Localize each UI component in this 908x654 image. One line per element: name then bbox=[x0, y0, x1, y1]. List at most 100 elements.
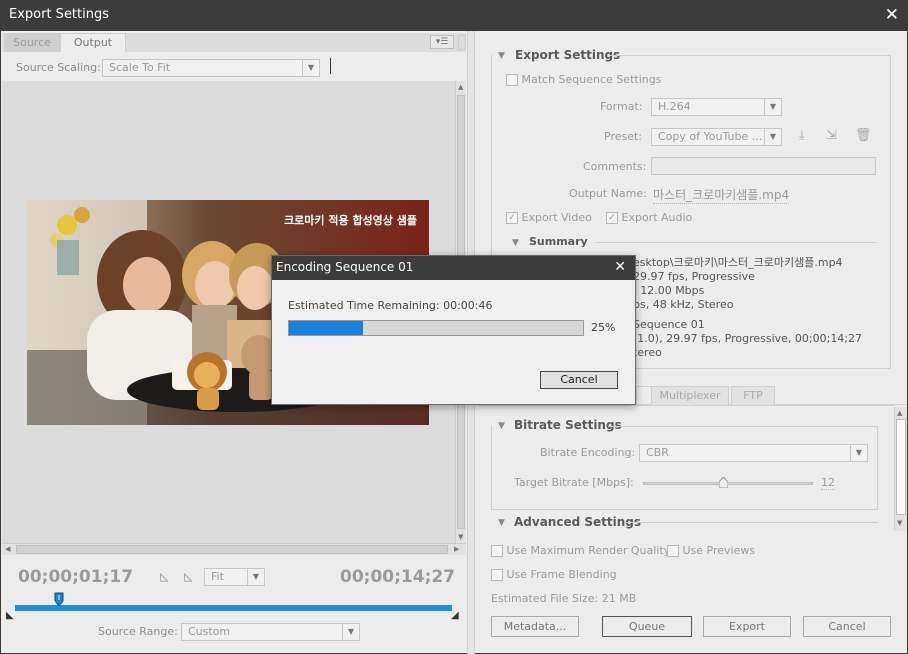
text-cursor bbox=[330, 58, 331, 74]
set-out-point-icon[interactable]: ◺ bbox=[184, 570, 192, 583]
metadata-button[interactable]: Metadata... bbox=[491, 616, 579, 637]
max-render-checkbox[interactable]: Use Maximum Render Quality bbox=[491, 544, 670, 557]
fit-dropdown[interactable]: Fit ▼ bbox=[204, 568, 265, 586]
tab-source[interactable]: Source bbox=[4, 33, 60, 52]
preset-value: Copy of YouTube ... bbox=[658, 130, 763, 143]
format-dropdown[interactable]: H.264 ▼ bbox=[651, 98, 782, 116]
chevron-down-icon: ▼ bbox=[342, 624, 359, 640]
save-preset-icon[interactable]: ⤓ bbox=[799, 128, 805, 143]
chevron-down-icon: ▼ bbox=[247, 569, 264, 585]
export-video-checkbox[interactable]: ✓ Export Video bbox=[506, 211, 592, 224]
scroll-thumb[interactable] bbox=[896, 419, 906, 515]
chevron-down-icon: ▼ bbox=[764, 99, 781, 115]
summary-output: esktop\크로마키\마스터_크로마키샘플.mp4 29.97 fps, Pr… bbox=[633, 256, 843, 312]
window-titlebar: Export Settings ✕ bbox=[0, 0, 908, 31]
tab-scroll-handle[interactable] bbox=[458, 35, 466, 50]
timeline-bar[interactable] bbox=[15, 605, 452, 611]
max-render-label: Use Maximum Render Quality bbox=[506, 544, 671, 557]
settings-scrollbar[interactable]: ▲ ▼ bbox=[894, 407, 907, 531]
set-in-point-icon[interactable]: ◺ bbox=[160, 570, 168, 583]
summary-line: : 12.00 Mbps bbox=[633, 284, 705, 297]
collapse-summary-icon[interactable]: ▼ bbox=[512, 238, 519, 248]
export-audio-label: Export Audio bbox=[621, 211, 693, 224]
slider-handle[interactable] bbox=[718, 476, 729, 489]
source-scaling-value: Scale To Fit bbox=[109, 61, 171, 74]
progress-percent: 25% bbox=[591, 321, 616, 334]
collapse-advanced-icon[interactable]: ▼ bbox=[498, 518, 505, 528]
chevron-down-icon: ▼ bbox=[764, 129, 781, 145]
target-bitrate-slider[interactable] bbox=[643, 482, 813, 485]
output-name-label: Output Name: bbox=[569, 187, 647, 200]
source-range-label: Source Range: bbox=[98, 625, 178, 638]
checkbox[interactable] bbox=[491, 545, 503, 557]
source-range-value: Custom bbox=[188, 625, 231, 638]
tab-multiplexer[interactable]: Multiplexer bbox=[651, 386, 729, 405]
checkbox[interactable] bbox=[506, 74, 518, 86]
duration-timecode: 00;00;14;27 bbox=[340, 567, 456, 587]
current-timecode[interactable]: 00;00;01;17 bbox=[18, 567, 133, 587]
cancel-button[interactable]: Cancel bbox=[803, 616, 891, 637]
export-video-label: Export Video bbox=[521, 211, 592, 224]
close-icon[interactable]: ✕ bbox=[885, 5, 899, 25]
bitrate-encoding-value: CBR bbox=[646, 446, 669, 459]
export-button[interactable]: Export bbox=[703, 616, 791, 637]
checkmark-icon[interactable]: ✓ bbox=[506, 212, 518, 224]
source-scaling-dropdown[interactable]: Scale To Fit ▼ bbox=[102, 59, 320, 77]
target-bitrate-value[interactable]: 12 bbox=[821, 476, 835, 490]
divider bbox=[596, 242, 876, 243]
summary-line: 29.97 fps, Progressive bbox=[633, 270, 755, 283]
advanced-settings-title: Advanced Settings bbox=[514, 515, 642, 529]
delete-preset-icon[interactable]: 🗑 bbox=[855, 128, 872, 143]
fit-value: Fit bbox=[211, 570, 224, 583]
summary-line: Sequence 01 bbox=[633, 318, 705, 331]
window-title: Export Settings bbox=[9, 7, 110, 22]
progress-bar bbox=[288, 320, 584, 336]
source-range-dropdown[interactable]: Custom ▼ bbox=[181, 623, 360, 641]
summary-line: ps, 48 kHz, Stereo bbox=[633, 298, 734, 311]
tab-output[interactable]: Output bbox=[60, 33, 126, 52]
preview-horizontal-scrollbar[interactable]: ◀ ▶ bbox=[2, 543, 466, 555]
encoding-dialog: Encoding Sequence 01 ✕ Estimated Time Re… bbox=[271, 255, 636, 405]
tab-ftp[interactable]: FTP bbox=[731, 386, 775, 405]
output-name-link[interactable]: 마스터_크로마키샘플.mp4 bbox=[653, 186, 790, 204]
checkbox[interactable] bbox=[667, 545, 679, 557]
preset-dropdown[interactable]: Copy of YouTube ... ▼ bbox=[651, 128, 782, 146]
format-label: Format: bbox=[600, 100, 643, 113]
checkmark-icon[interactable]: ✓ bbox=[606, 212, 618, 224]
close-icon[interactable]: ✕ bbox=[614, 259, 626, 275]
chevron-down-icon: ▼ bbox=[850, 445, 867, 461]
comments-input[interactable] bbox=[651, 157, 876, 175]
in-point-marker-icon[interactable]: ◣ bbox=[6, 610, 14, 621]
scroll-up-icon[interactable]: ▲ bbox=[458, 83, 463, 91]
scroll-right-icon[interactable]: ▶ bbox=[454, 545, 459, 553]
scroll-down-icon[interactable]: ▼ bbox=[897, 519, 902, 527]
frame-blending-checkbox[interactable]: Use Frame Blending bbox=[491, 568, 617, 581]
summary-line: (1.0), 29.97 fps, Progressive, 00;00;14;… bbox=[633, 332, 863, 345]
checkbox[interactable] bbox=[491, 569, 503, 581]
scroll-down-icon[interactable]: ▼ bbox=[458, 533, 463, 541]
bitrate-encoding-dropdown[interactable]: CBR ▼ bbox=[639, 444, 868, 462]
comments-label: Comments: bbox=[583, 160, 647, 173]
bitrate-group bbox=[491, 426, 878, 510]
summary-line: tereo bbox=[633, 346, 662, 359]
preset-label: Preset: bbox=[604, 130, 643, 143]
out-point-marker-icon[interactable]: ◢ bbox=[451, 610, 459, 621]
chevron-down-icon: ▼ bbox=[302, 60, 319, 76]
queue-button[interactable]: Queue bbox=[602, 616, 692, 637]
divider bbox=[625, 522, 878, 523]
use-previews-checkbox[interactable]: Use Previews bbox=[667, 544, 755, 557]
import-preset-icon[interactable]: ⇲ bbox=[826, 128, 837, 143]
match-sequence-checkbox[interactable]: Match Sequence Settings bbox=[506, 73, 661, 86]
scroll-up-icon[interactable]: ▲ bbox=[897, 409, 902, 417]
dialog-title: Encoding Sequence 01 bbox=[276, 260, 414, 274]
summary-line: esktop\크로마키\마스터_크로마키샘플.mp4 bbox=[633, 256, 843, 269]
hscroll-thumb[interactable] bbox=[16, 545, 448, 554]
summary-source: Sequence 01 (1.0), 29.97 fps, Progressiv… bbox=[633, 318, 862, 360]
format-value: H.264 bbox=[658, 100, 691, 113]
playhead-handle[interactable] bbox=[54, 592, 64, 608]
export-audio-checkbox[interactable]: ✓ Export Audio bbox=[606, 211, 692, 224]
panel-menu-button[interactable]: ▾☰ bbox=[430, 35, 454, 49]
dialog-titlebar: Encoding Sequence 01 ✕ bbox=[272, 256, 635, 280]
scroll-left-icon[interactable]: ◀ bbox=[5, 545, 10, 553]
dialog-cancel-button[interactable]: Cancel bbox=[540, 371, 618, 389]
